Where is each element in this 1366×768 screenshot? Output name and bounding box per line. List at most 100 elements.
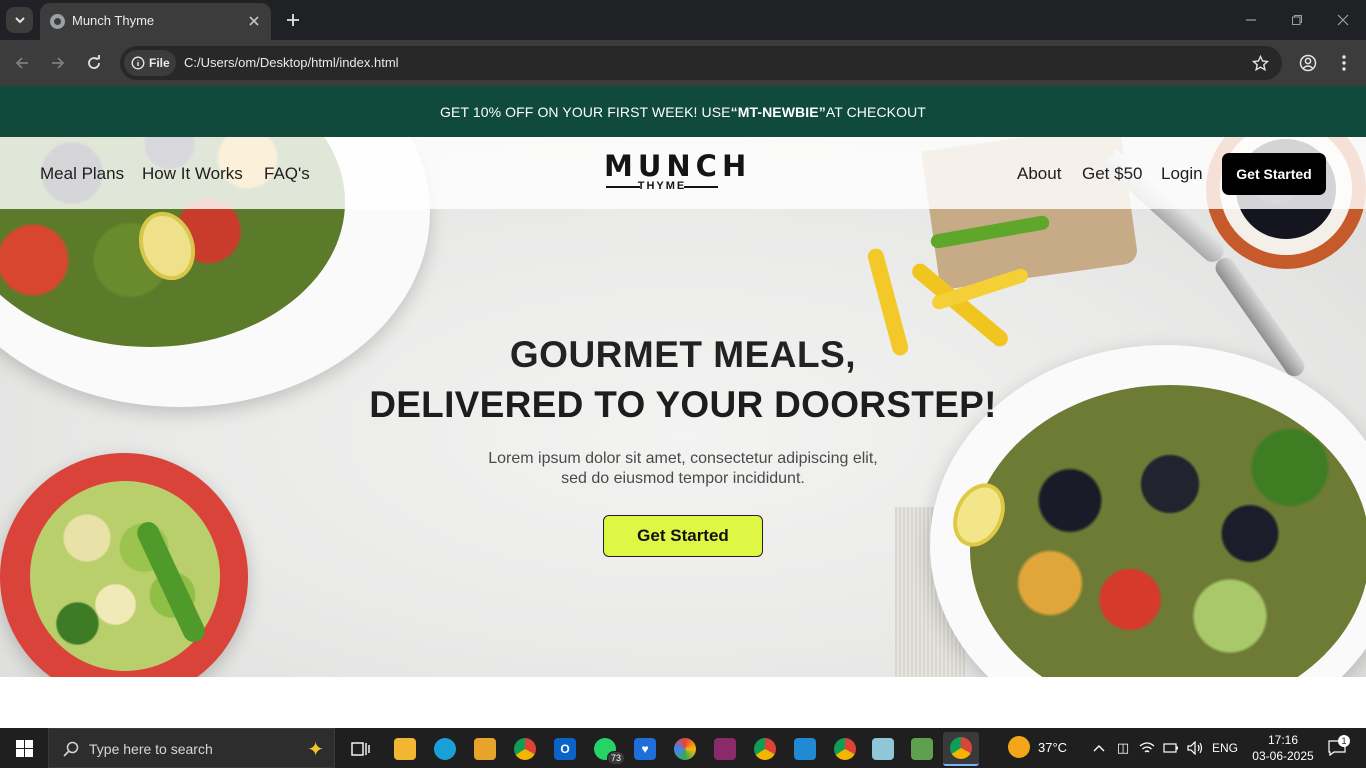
star-icon	[1251, 54, 1269, 71]
whatsapp-app[interactable]: 73	[587, 732, 625, 766]
profile-button[interactable]	[1296, 51, 1320, 75]
nav-link-faqs[interactable]: FAQ's	[264, 164, 310, 184]
restore-icon	[1292, 15, 1302, 25]
new-tab-button[interactable]	[282, 9, 304, 31]
chrome-active-app[interactable]	[943, 732, 979, 766]
weather-icon[interactable]	[1008, 736, 1030, 758]
more-vertical-icon	[1342, 55, 1346, 71]
search-placeholder: Type here to search	[89, 741, 213, 757]
notification-count: 1	[1338, 735, 1350, 747]
tab-search-button[interactable]	[6, 7, 33, 33]
windows-taskbar: Type here to search ✦ O 73 ♥ 37°C ◫ ENG …	[0, 728, 1366, 768]
photos-app[interactable]	[667, 732, 703, 766]
file-chip-label: File	[149, 56, 170, 70]
promo-banner: GET 10% OFF ON YOUR FIRST WEEK! USE “MT-N…	[0, 86, 1366, 137]
edge-app[interactable]	[427, 732, 463, 766]
hexagon-icon	[911, 738, 933, 760]
info-icon	[131, 56, 145, 70]
plus-icon	[287, 14, 299, 26]
meet-icon[interactable]: ◫	[1114, 739, 1132, 757]
site-navigation: Meal Plans How It Works FAQ's MUNCH THYM…	[0, 137, 1366, 209]
winrar-app[interactable]	[707, 732, 743, 766]
heartbeat-icon: ♥	[634, 738, 656, 760]
promo-code: “MT-NEWBIE”	[730, 103, 826, 120]
url-text[interactable]: C:/Users/om/Desktop/html/index.html	[184, 55, 399, 70]
get-started-hero-button[interactable]: Get Started	[603, 515, 763, 557]
site-info-chip[interactable]: File	[124, 50, 176, 76]
close-icon	[249, 16, 259, 26]
vscode-icon	[794, 738, 816, 760]
chevron-up-icon[interactable]	[1090, 739, 1108, 757]
logo-wordmark: MUNCH	[604, 149, 752, 183]
store-icon	[474, 738, 496, 760]
nav-link-how-it-works[interactable]: How It Works	[142, 164, 243, 184]
clock[interactable]: 17:16 03-06-2025	[1248, 732, 1318, 764]
file-explorer-app[interactable]	[387, 732, 423, 766]
battery-icon[interactable]	[1162, 739, 1180, 757]
close-window-button[interactable]	[1332, 9, 1354, 31]
browser-menu-button[interactable]	[1332, 51, 1356, 75]
notification-icon[interactable]: 1	[1326, 735, 1350, 757]
clock-time: 17:16	[1267, 733, 1299, 747]
chrome-icon	[514, 738, 536, 760]
chrome-icon	[834, 738, 856, 760]
browser-tab[interactable]: Munch Thyme	[40, 3, 271, 40]
promo-suffix: AT CHECKOUT	[825, 103, 926, 120]
minimize-button[interactable]	[1240, 9, 1262, 31]
task-view-button[interactable]	[343, 732, 379, 766]
close-tab-button[interactable]	[245, 12, 263, 30]
logo-divider	[684, 186, 718, 188]
reload-button[interactable]	[82, 51, 106, 75]
task-view-icon	[351, 742, 370, 756]
sparkle-icon: ✦	[307, 739, 324, 761]
volume-icon[interactable]	[1186, 739, 1204, 757]
hero-title-line1: GOURMET MEALS,	[509, 334, 857, 375]
vscode-app[interactable]	[787, 732, 823, 766]
language-indicator[interactable]: ENG	[1212, 741, 1238, 755]
color-wheel-icon	[674, 738, 696, 760]
whatsapp-badge: 73	[606, 751, 625, 765]
start-button[interactable]	[0, 728, 48, 768]
chrome-icon	[754, 738, 776, 760]
minimize-icon	[1246, 19, 1256, 21]
nav-link-get-50[interactable]: Get $50	[1082, 164, 1143, 184]
outlook-app[interactable]: O	[547, 732, 583, 766]
windows-logo-icon	[15, 739, 33, 757]
hero-copy: GOURMET MEALS, DELIVERED TO YOUR DOORSTE…	[0, 335, 1366, 489]
wifi-icon[interactable]	[1138, 739, 1156, 757]
globe-icon	[50, 14, 65, 29]
restore-button[interactable]	[1286, 9, 1308, 31]
nav-link-meal-plans[interactable]: Meal Plans	[40, 164, 124, 184]
tab-title: Munch Thyme	[72, 13, 155, 28]
forward-button[interactable]	[46, 51, 70, 75]
clock-date: 03-06-2025	[1252, 749, 1314, 763]
archive-icon	[714, 738, 736, 760]
folder-icon	[394, 738, 416, 760]
chrome-app[interactable]	[507, 732, 543, 766]
nodejs-app[interactable]	[904, 732, 940, 766]
hero-title-line2: DELIVERED TO YOUR DOORSTEP!	[369, 384, 997, 425]
site-logo[interactable]: MUNCH THYME	[604, 149, 752, 195]
profile-icon	[1299, 54, 1317, 72]
bookmark-button[interactable]	[1250, 53, 1270, 73]
weather-temperature[interactable]: 37°C	[1038, 740, 1067, 755]
health-app[interactable]: ♥	[627, 732, 663, 766]
get-started-nav-button[interactable]: Get Started	[1222, 153, 1326, 195]
address-bar[interactable]: File C:/Users/om/Desktop/html/index.html	[120, 46, 1282, 80]
nav-link-login[interactable]: Login	[1161, 164, 1203, 184]
back-button[interactable]	[10, 51, 34, 75]
reload-icon	[88, 55, 100, 69]
chrome-profile-app[interactable]	[747, 732, 783, 766]
search-icon	[61, 739, 81, 759]
store-app[interactable]	[467, 732, 503, 766]
browser-tab-bar: Munch Thyme	[0, 0, 1366, 40]
hero-description: Lorem ipsum dolor sit amet, consectetur …	[488, 450, 878, 487]
taskbar-search[interactable]: Type here to search ✦	[48, 728, 335, 768]
chrome-icon	[950, 737, 972, 759]
nav-link-about[interactable]: About	[1017, 164, 1061, 184]
close-icon	[1337, 14, 1349, 26]
arrow-right-icon	[52, 57, 65, 69]
notepad-app[interactable]	[865, 732, 901, 766]
edge-icon	[434, 738, 456, 760]
chrome-profile2-app[interactable]	[827, 732, 863, 766]
